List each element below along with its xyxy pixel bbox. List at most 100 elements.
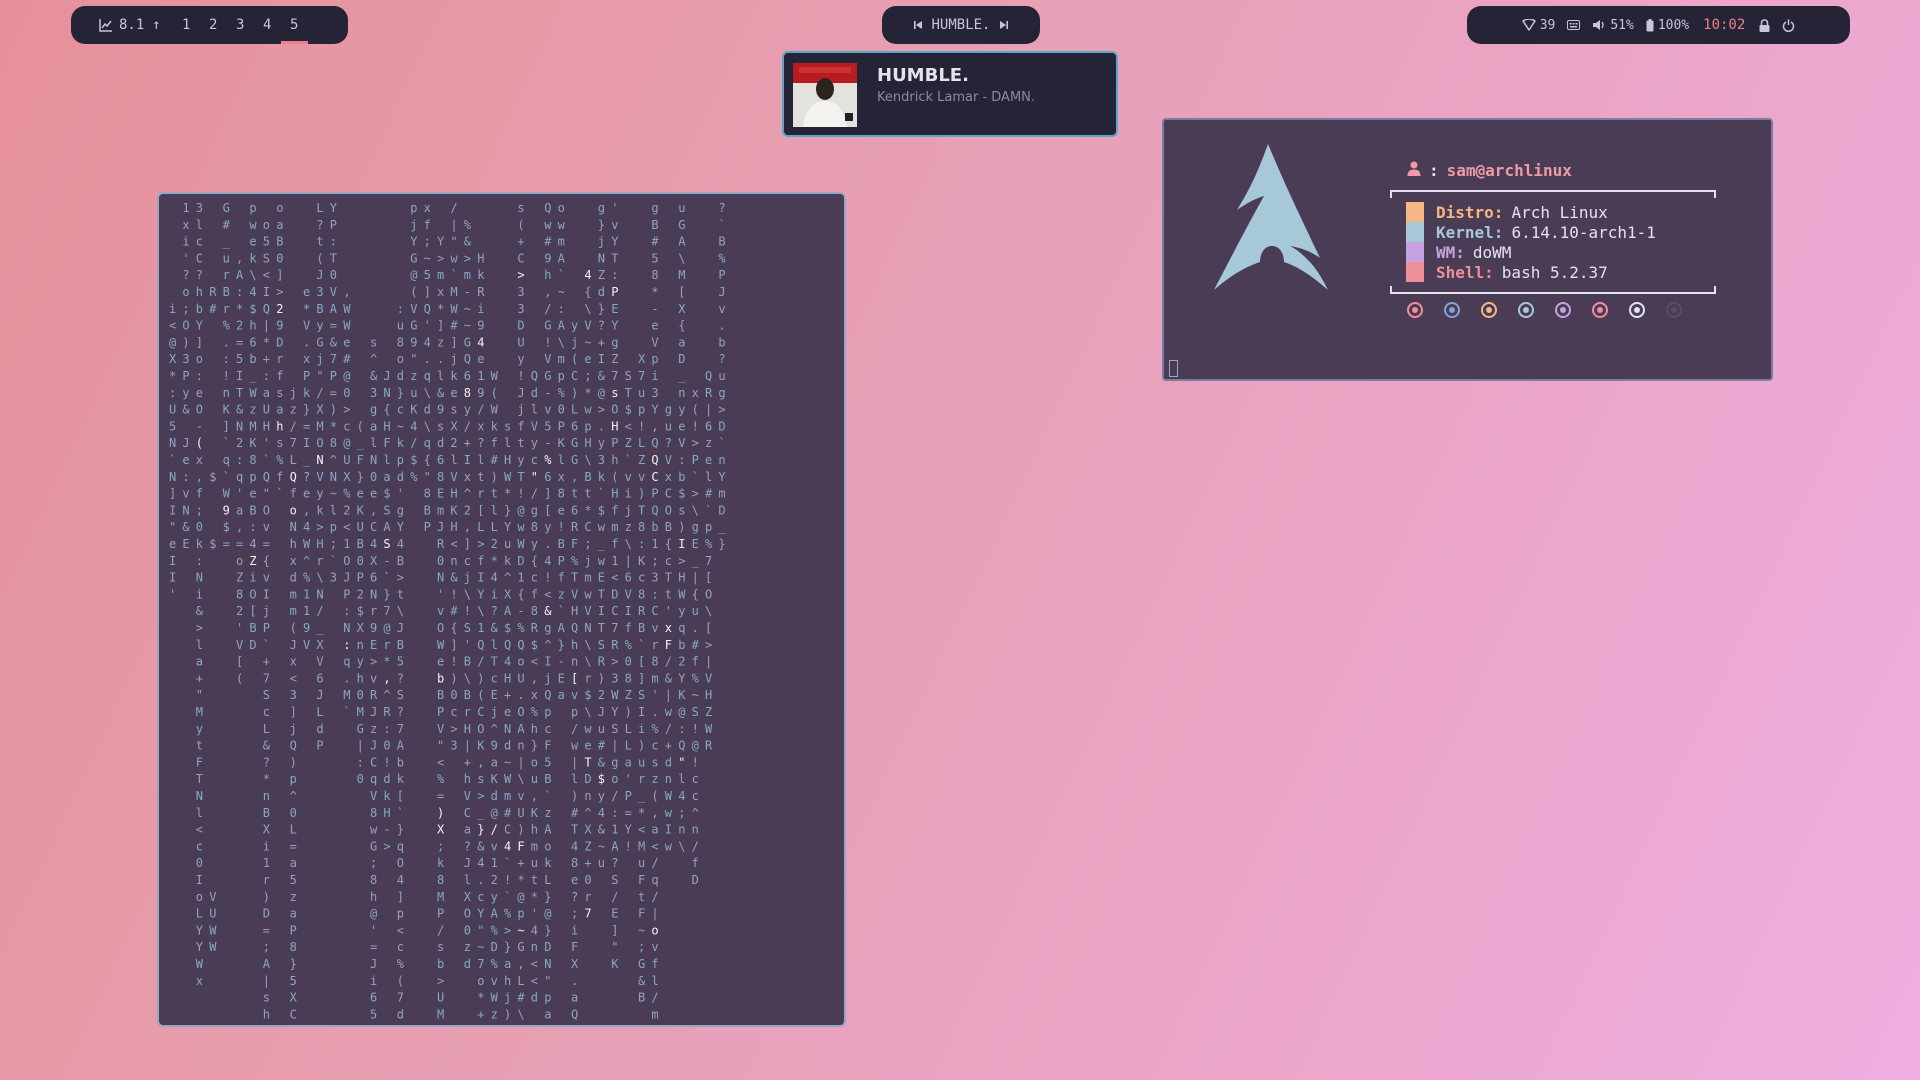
matrix-char: W bbox=[491, 403, 499, 417]
matrix-char: m bbox=[611, 520, 618, 534]
matrix-char: ' bbox=[665, 604, 672, 618]
matrix-char: \ bbox=[464, 587, 471, 601]
matrix-char: ~ bbox=[638, 923, 645, 937]
matrix-char: g bbox=[397, 503, 404, 517]
matrix-char: c bbox=[196, 235, 203, 249]
matrix-char: H bbox=[450, 487, 457, 501]
matrix-char: q bbox=[678, 621, 685, 635]
media-notification[interactable]: HUMBLE. Kendrick Lamar - DAMN. bbox=[782, 51, 1118, 137]
matrix-char: w bbox=[665, 806, 673, 820]
matrix-char: e bbox=[584, 352, 591, 366]
matrix-char: } bbox=[504, 503, 511, 517]
workspace-4[interactable]: 4 bbox=[254, 6, 281, 44]
matrix-char: < bbox=[263, 268, 270, 282]
workspace-3[interactable]: 3 bbox=[227, 6, 254, 44]
matrix-char: 6 bbox=[437, 453, 444, 467]
keyboard-icon[interactable] bbox=[1567, 20, 1581, 30]
matrix-char: Z bbox=[598, 268, 605, 282]
power-icon[interactable] bbox=[1782, 19, 1795, 32]
matrix-char: > bbox=[437, 974, 444, 988]
matrix-char: r bbox=[584, 671, 591, 685]
matrix-char: 7 bbox=[611, 621, 618, 635]
matrix-char: h bbox=[249, 319, 256, 333]
matrix-char: ] bbox=[290, 705, 297, 719]
matrix-char: i bbox=[196, 587, 203, 601]
lock-icon[interactable] bbox=[1759, 18, 1770, 32]
matrix-char: r bbox=[638, 772, 645, 786]
workspace-5[interactable]: 5 bbox=[280, 6, 308, 44]
matrix-char: = bbox=[370, 940, 377, 954]
matrix-char: h bbox=[531, 722, 538, 736]
matrix-char: > bbox=[437, 251, 444, 265]
matrix-char: a bbox=[678, 335, 685, 349]
matrix-terminal[interactable]: i < @ X *: U 5 N ` N] I " e I I ' 1 x i '? o; O) 3 Py & Je: v N & E 3 l… bbox=[157, 192, 846, 1027]
matrix-char: d bbox=[424, 403, 431, 417]
battery-status[interactable]: 100% bbox=[1646, 18, 1689, 33]
matrix-char: q bbox=[424, 436, 431, 450]
matrix-char: h bbox=[464, 772, 471, 786]
matrix-char: l bbox=[437, 369, 444, 383]
matrix-char: I bbox=[263, 587, 270, 601]
clock[interactable]: 10:02 bbox=[1703, 17, 1745, 33]
matrix-char: b bbox=[437, 957, 444, 971]
matrix-char: 6 bbox=[464, 369, 471, 383]
matrix-char: h bbox=[544, 268, 551, 282]
matrix-char: G bbox=[223, 201, 230, 215]
matrix-char: ] bbox=[424, 285, 431, 299]
matrix-char: & bbox=[477, 839, 485, 853]
workspace-2[interactable]: 2 bbox=[200, 6, 227, 44]
matrix-char: I bbox=[598, 352, 605, 366]
wifi-status[interactable]: 39 bbox=[1521, 18, 1555, 33]
matrix-char: k bbox=[397, 772, 405, 786]
matrix-char: v bbox=[544, 403, 551, 417]
matrix-char: @ bbox=[692, 739, 699, 753]
matrix-char: s bbox=[504, 419, 511, 433]
matrix-char: # bbox=[343, 352, 351, 366]
matrix-char: ` bbox=[383, 571, 390, 585]
matrix-char: r bbox=[276, 352, 283, 366]
matrix-char: i bbox=[477, 302, 484, 316]
matrix-char: N bbox=[316, 587, 323, 601]
matrix-char: # bbox=[209, 302, 217, 316]
volume-status[interactable]: 51% bbox=[1592, 18, 1634, 33]
matrix-char: h bbox=[196, 285, 203, 299]
matrix-char: @ bbox=[169, 335, 176, 349]
matrix-char: B bbox=[276, 235, 283, 249]
matrix-char: b bbox=[651, 520, 658, 534]
matrix-char: K bbox=[249, 436, 257, 450]
matrix-char: W bbox=[223, 487, 231, 501]
matrix-char: B bbox=[718, 235, 725, 249]
matrix-char: S bbox=[464, 621, 471, 635]
matrix-char: S bbox=[263, 251, 270, 265]
matrix-char: B bbox=[638, 991, 645, 1005]
matrix-char: 5 bbox=[370, 1007, 377, 1021]
matrix-char: h bbox=[504, 974, 511, 988]
matrix-char: T bbox=[598, 587, 605, 601]
matrix-char: # bbox=[571, 806, 579, 820]
matrix-char: e bbox=[437, 655, 444, 669]
skip-forward-icon[interactable] bbox=[999, 17, 1009, 33]
matrix-char: ) bbox=[504, 1007, 511, 1021]
matrix-char: , bbox=[531, 789, 538, 803]
matrix-char: D bbox=[517, 554, 524, 568]
matrix-char: h bbox=[571, 638, 578, 652]
matrix-char: h bbox=[357, 671, 364, 685]
matrix-char: . bbox=[477, 873, 484, 887]
media-track[interactable]: HUMBLE. bbox=[931, 17, 990, 33]
matrix-char: s bbox=[611, 386, 618, 400]
matrix-char: ? bbox=[196, 268, 203, 282]
matrix-char: I bbox=[169, 571, 176, 585]
fetch-terminal[interactable]: : sam@archlinux Distro: Arch Linux Kerne… bbox=[1162, 118, 1773, 381]
matrix-char: i bbox=[625, 487, 632, 501]
matrix-char: T bbox=[571, 823, 578, 837]
matrix-char: , bbox=[303, 503, 310, 517]
matrix-char: + bbox=[665, 739, 672, 753]
matrix-char: : bbox=[196, 554, 203, 568]
distro-value: Arch Linux bbox=[1511, 202, 1608, 222]
skip-back-icon[interactable] bbox=[913, 17, 923, 33]
workspace-1[interactable]: 1 bbox=[173, 6, 200, 44]
matrix-char: { bbox=[531, 554, 538, 568]
matrix-char: ! bbox=[223, 369, 230, 383]
matrix-char: C bbox=[517, 251, 524, 265]
wm-label: WM: bbox=[1436, 242, 1465, 262]
